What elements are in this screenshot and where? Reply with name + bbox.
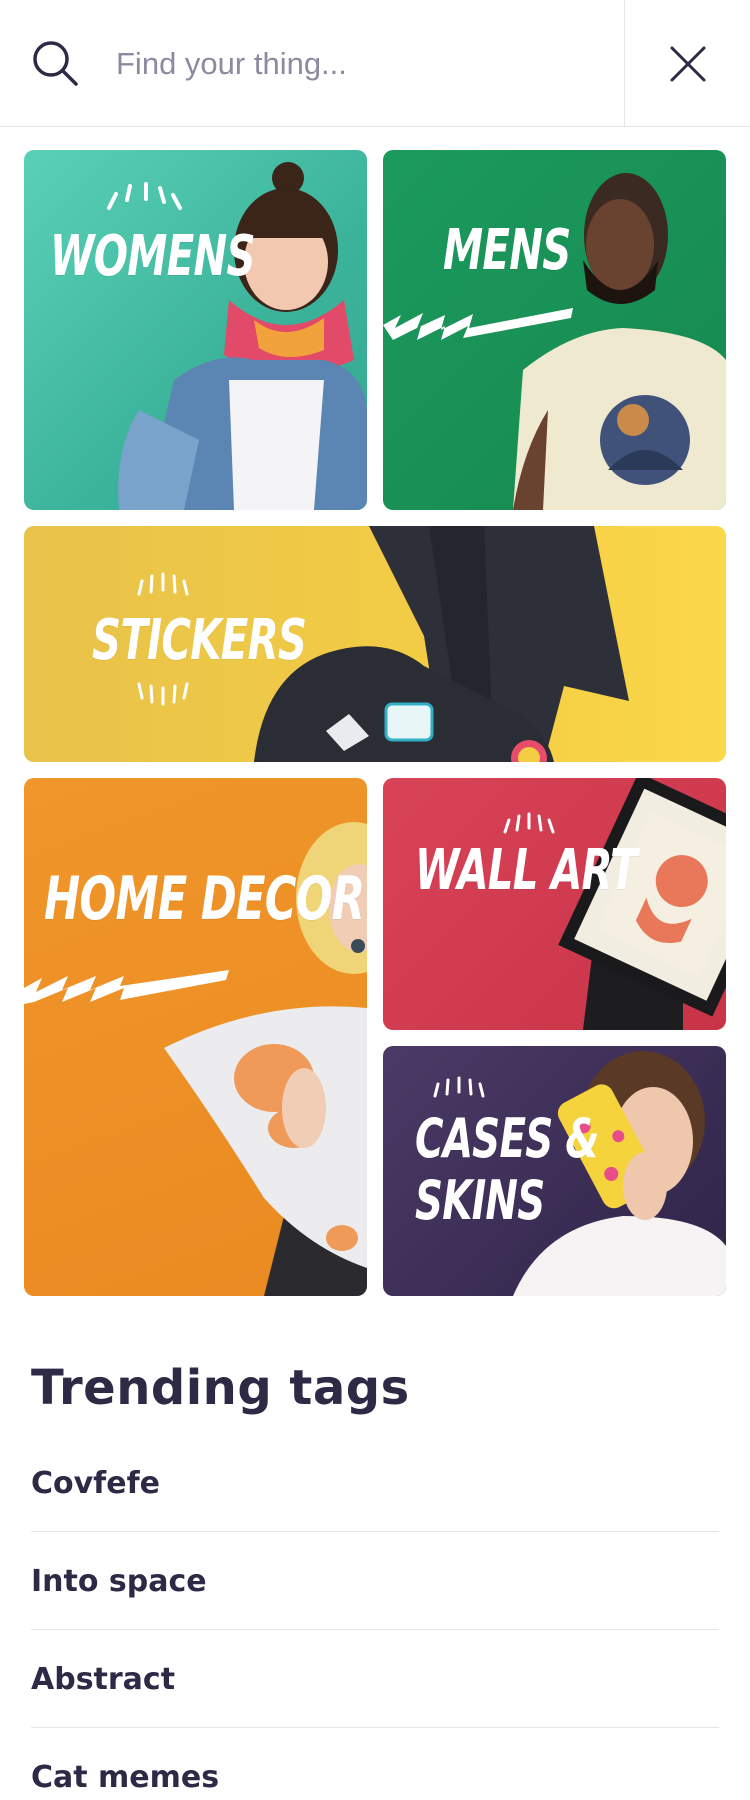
category-tile-home-decor[interactable]: HOME DECOR bbox=[24, 778, 367, 1296]
trending-tag-label: Cat memes bbox=[31, 1760, 220, 1795]
trending-tag-label: Into space bbox=[31, 1564, 207, 1599]
mens-model-image bbox=[383, 173, 726, 510]
category-tile-stickers[interactable]: STICKERS bbox=[24, 526, 726, 762]
trending-tags-heading: Trending tags bbox=[31, 1360, 410, 1416]
womens-model-image bbox=[107, 162, 367, 510]
category-label-cases-line2: SKINS bbox=[415, 1169, 545, 1233]
search-input[interactable] bbox=[116, 36, 596, 92]
search-bar bbox=[0, 0, 750, 127]
category-label-home-decor: HOME DECOR bbox=[44, 864, 365, 934]
home-decor-pillow-image bbox=[24, 822, 367, 1296]
trending-tag-item[interactable]: Cat memes bbox=[31, 1728, 719, 1800]
trending-tag-label: Abstract bbox=[31, 1662, 176, 1697]
trending-tag-item[interactable]: Covfefe bbox=[31, 1434, 719, 1532]
category-tile-cases-skins[interactable]: CASES & SKINS bbox=[383, 1046, 726, 1296]
search-icon[interactable] bbox=[30, 38, 80, 88]
close-icon bbox=[670, 46, 705, 81]
category-label-wall-art: WALL ART bbox=[415, 838, 638, 903]
category-label-cases-skins: CASES & SKINS bbox=[415, 1107, 599, 1233]
category-tile-womens[interactable]: WOMENS bbox=[24, 150, 367, 510]
trending-tag-label: Covfefe bbox=[31, 1466, 160, 1501]
trending-tag-item[interactable]: Abstract bbox=[31, 1630, 719, 1728]
category-label-mens: MENS bbox=[443, 218, 571, 283]
close-button[interactable] bbox=[625, 0, 750, 127]
category-tile-wall-art[interactable]: WALL ART bbox=[383, 778, 726, 1030]
trending-tag-item[interactable]: Into space bbox=[31, 1532, 719, 1630]
wall-art-frame-image bbox=[503, 778, 726, 1030]
category-label-cases-line1: CASES & bbox=[415, 1107, 599, 1170]
category-label-womens: WOMENS bbox=[50, 224, 256, 289]
category-tile-mens[interactable]: MENS bbox=[383, 150, 726, 510]
category-label-stickers: STICKERS bbox=[92, 608, 307, 673]
